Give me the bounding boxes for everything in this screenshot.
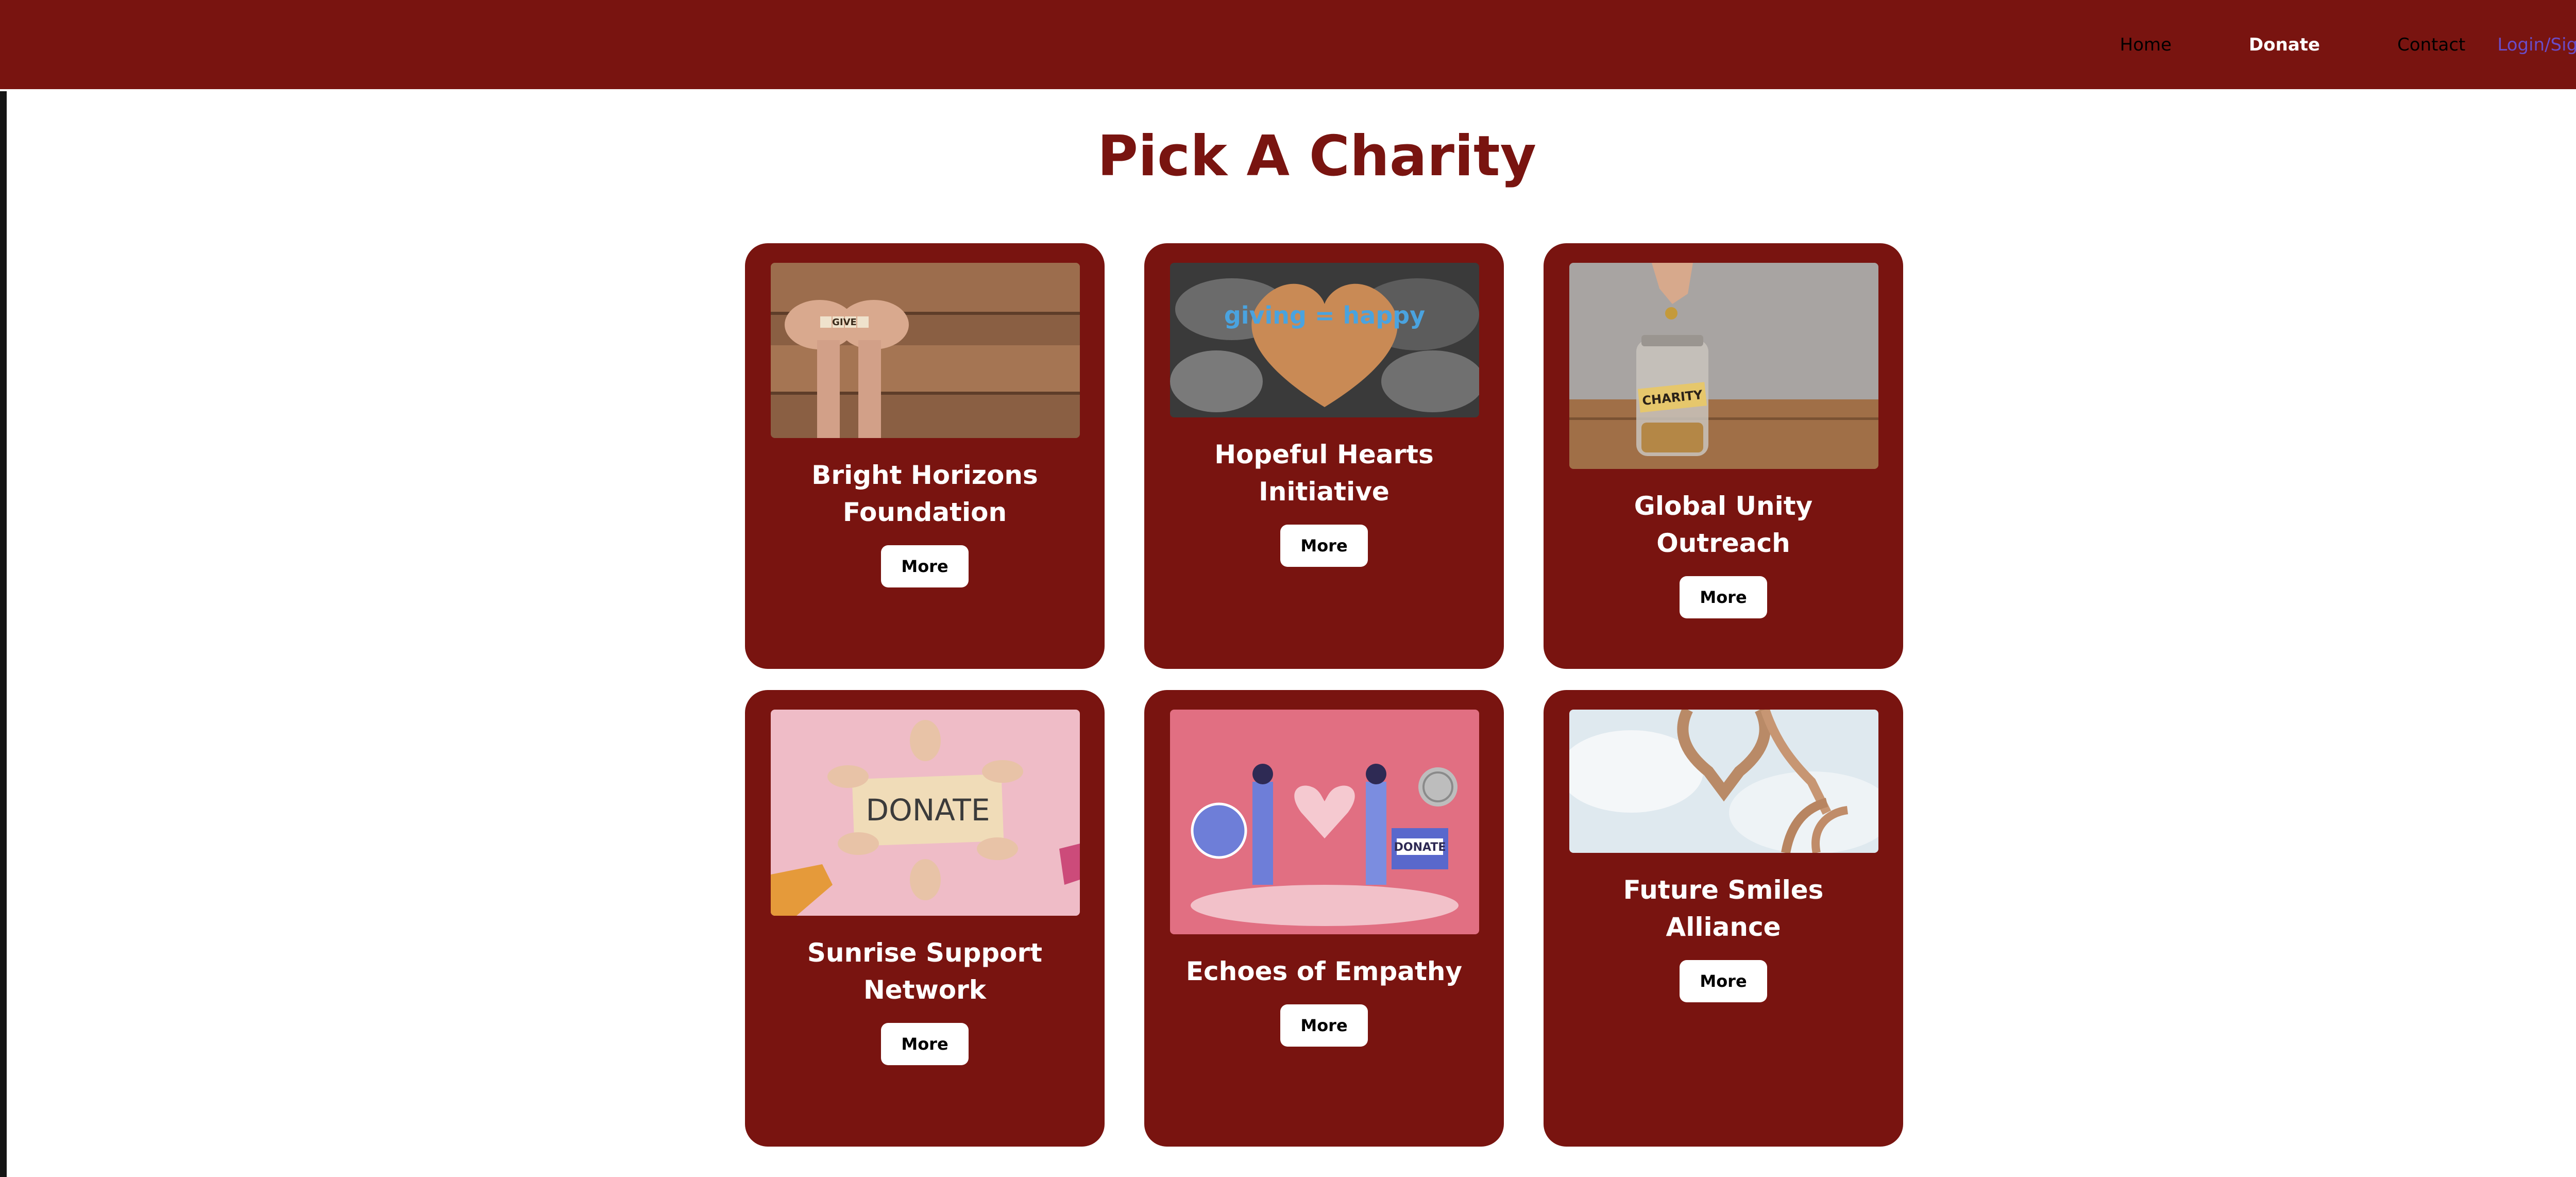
nav-donate-link[interactable]: Donate (2249, 35, 2320, 55)
charity-card: GIVE Bright Horizons Foundation More (745, 243, 1105, 669)
charity-card: DONATE Sunrise Support Network More (745, 690, 1105, 1147)
charity-name: Future Smiles Alliance (1623, 875, 1824, 942)
more-button[interactable]: More (1680, 960, 1767, 1002)
image-caption-give: GIVE (832, 317, 857, 328)
nav-home-link[interactable]: Home (2120, 35, 2172, 55)
charity-card: DONATE Echoes of Empathy More (1144, 690, 1504, 1147)
charity-image-illustration-donate: DONATE (1170, 710, 1479, 934)
page-title: Pick A Charity (1097, 124, 1537, 189)
charity-card: CHARITY Global Unity Outreach More (1544, 243, 1903, 669)
image-caption-donate-box: DONATE (1394, 841, 1446, 854)
nav-contact-link[interactable]: Contact (2397, 35, 2465, 55)
left-edge-bar (0, 91, 7, 1177)
charity-name: Bright Horizons Foundation (811, 460, 1038, 527)
charity-name: Sunrise Support Network (807, 938, 1043, 1005)
charity-name: Hopeful Hearts Initiative (1214, 440, 1434, 507)
nav-login-signup-link[interactable]: Login/Sign Up (2497, 35, 2576, 55)
more-button[interactable]: More (1280, 1004, 1368, 1047)
charity-image-donate-sign: DONATE (771, 710, 1080, 916)
nav-links: Home Donate Contact Login/Sign Up (2120, 0, 2576, 89)
image-caption-donate: DONATE (866, 793, 990, 828)
charity-card: Future Smiles Alliance More (1544, 690, 1903, 1147)
more-button[interactable]: More (881, 1023, 969, 1065)
more-button[interactable]: More (881, 545, 969, 587)
more-button[interactable]: More (1280, 525, 1368, 567)
top-navbar: Home Donate Contact Login/Sign Up (0, 0, 2576, 89)
more-button[interactable]: More (1680, 576, 1767, 618)
charity-card: giving = happy Hopeful Hearts Initiative… (1144, 243, 1504, 669)
charity-name: Echoes of Empathy (1185, 956, 1463, 986)
charity-image-charity-jar: CHARITY (1569, 263, 1878, 469)
charity-name: Global Unity Outreach (1634, 491, 1813, 558)
charity-image-heart-hands (1569, 710, 1878, 853)
charity-image-hands-give: GIVE (771, 263, 1080, 438)
image-caption-giving-happy: giving = happy (1224, 301, 1425, 329)
charity-image-giving-happy: giving = happy (1170, 263, 1479, 417)
